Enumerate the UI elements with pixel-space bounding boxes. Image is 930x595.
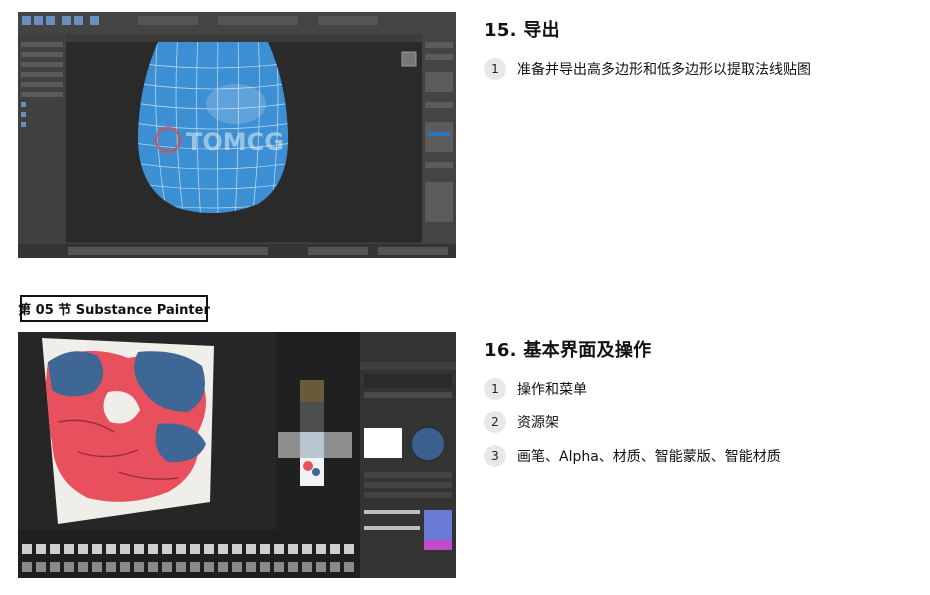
section-15-title: 15. 导出 [484,20,560,41]
step-text: 操作和菜单 [517,382,587,398]
step-number-badge: 1 [484,58,506,80]
max-viewport-illustration: TOMCG [18,12,456,258]
watermark-text: TOMCG [186,128,284,156]
step-text: 准备并导出高多边形和低多边形以提取法线贴图 [517,62,811,78]
step-text: 画笔、Alpha、材质、智能蒙版、智能材质 [517,449,781,465]
section-16-title: 16. 基本界面及操作 [484,340,652,361]
section-16-step-2: 2 资源架 [484,411,559,433]
substance-painter-screenshot [18,332,456,578]
section-badge: 第 05 节 Substance Painter [18,295,210,322]
step-number-badge: 1 [484,378,506,400]
substance-painter-illustration [18,332,456,578]
max-export-screenshot: TOMCG [18,12,456,258]
section-15-step-1: 1 准备并导出高多边形和低多边形以提取法线贴图 [484,58,811,80]
step-number-badge: 2 [484,411,506,433]
step-number-badge: 3 [484,445,506,467]
section-16-step-1: 1 操作和菜单 [484,378,587,400]
section-16-step-3: 3 画笔、Alpha、材质、智能蒙版、智能材质 [484,445,781,467]
step-text: 资源架 [517,415,559,431]
